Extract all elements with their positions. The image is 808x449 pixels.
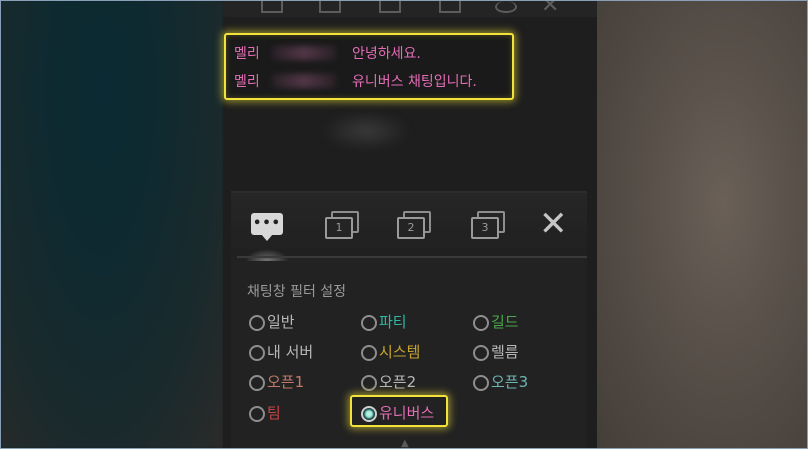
- filter-option-party[interactable]: 파티: [361, 311, 407, 332]
- faded-close-icon: ✕: [541, 0, 560, 18]
- filter-option-label: 유니버스: [379, 404, 435, 422]
- filter-option-label: 내 서버: [267, 343, 314, 361]
- tab-chat-3[interactable]: 3: [471, 211, 507, 243]
- tab-chat-2[interactable]: 2: [397, 211, 433, 243]
- faded-tab-icon: [379, 1, 401, 13]
- filter-option-label: 시스템: [379, 343, 421, 361]
- chat-filter-panel: ••• 1 2 3 ✕ 채팅창 필터 설정 일반 파티 길드 내 서버 시스템 …: [231, 191, 587, 448]
- tab-chat-1[interactable]: 1: [325, 211, 361, 243]
- filter-option-universe[interactable]: 유니버스: [361, 402, 434, 423]
- filter-option-general[interactable]: 일반: [249, 311, 295, 332]
- filter-option-label: 일반: [267, 313, 295, 331]
- faded-gear-icon: [495, 1, 517, 13]
- faded-tab-icon: [439, 1, 461, 13]
- chat-message-text: 안녕하세요.: [352, 46, 421, 62]
- radio-button[interactable]: [361, 345, 377, 361]
- tab-all-chat[interactable]: •••: [245, 211, 289, 261]
- filter-option-label: 길드: [491, 313, 519, 331]
- expand-arrow-icon[interactable]: ▲: [401, 438, 415, 448]
- radio-button[interactable]: [249, 315, 265, 331]
- filter-option-open3[interactable]: 오픈3: [473, 371, 528, 392]
- chat-message-text: 유니버스 채팅입니다.: [352, 74, 477, 90]
- filter-option-my-server[interactable]: 내 서버: [249, 341, 313, 362]
- blurred-background-left: [1, 1, 223, 448]
- filter-option-team[interactable]: 팀: [249, 402, 281, 423]
- chat-sender-name: 멜리: [234, 74, 260, 90]
- blurred-area: [321, 111, 411, 151]
- filter-option-open2[interactable]: 오픈2: [361, 371, 416, 392]
- filter-option-realm[interactable]: 렐름: [473, 341, 519, 362]
- blurred-sender-id: [272, 74, 336, 88]
- chat-bubble-dots: •••: [253, 216, 281, 231]
- top-tab-bar-faded: ✕: [223, 0, 597, 18]
- radio-button[interactable]: [361, 315, 377, 331]
- tab-divider: [237, 256, 587, 258]
- close-icon[interactable]: ✕: [539, 207, 568, 241]
- filter-option-guild[interactable]: 길드: [473, 311, 519, 332]
- filter-option-label: 팀: [267, 404, 281, 422]
- filter-option-label: 오픈3: [491, 373, 529, 391]
- radio-button[interactable]: [249, 406, 265, 422]
- tab-number: 2: [397, 217, 425, 239]
- filter-option-label: 오픈2: [379, 373, 417, 391]
- tab-number: 1: [325, 217, 353, 239]
- filter-title: 채팅창 필터 설정: [247, 284, 347, 300]
- chat-sender-name: 멜리: [234, 46, 260, 62]
- chat-message: 멜리 안녕하세요.: [234, 43, 421, 63]
- filter-option-label: 렐름: [491, 343, 519, 361]
- chat-tab-row: ••• 1 2 3 ✕: [231, 193, 587, 261]
- radio-button[interactable]: [473, 315, 489, 331]
- blurred-background-right: [597, 1, 807, 448]
- active-tab-indicator: [245, 249, 289, 261]
- tab-number: 3: [471, 217, 499, 239]
- blurred-sender-id: [272, 46, 336, 60]
- radio-button[interactable]: [473, 375, 489, 391]
- faded-tab-icon: [319, 1, 341, 13]
- faded-chat-icon: [261, 1, 283, 13]
- radio-button[interactable]: [249, 375, 265, 391]
- radio-button[interactable]: [361, 375, 377, 391]
- chat-message: 멜리 유니버스 채팅입니다.: [234, 71, 477, 91]
- filter-option-label: 오픈1: [267, 373, 305, 391]
- filter-option-open1[interactable]: 오픈1: [249, 371, 304, 392]
- radio-button-selected[interactable]: [361, 406, 377, 422]
- radio-button[interactable]: [249, 345, 265, 361]
- radio-button[interactable]: [473, 345, 489, 361]
- chat-message-highlight: 멜리 안녕하세요. 멜리 유니버스 채팅입니다.: [224, 33, 514, 100]
- filter-option-system[interactable]: 시스템: [361, 341, 420, 362]
- filter-option-label: 파티: [379, 313, 407, 331]
- screenshot-frame: ✕ 멜리 안녕하세요. 멜리 유니버스 채팅입니다. ••• 1 2 3 ✕ 채…: [0, 0, 808, 449]
